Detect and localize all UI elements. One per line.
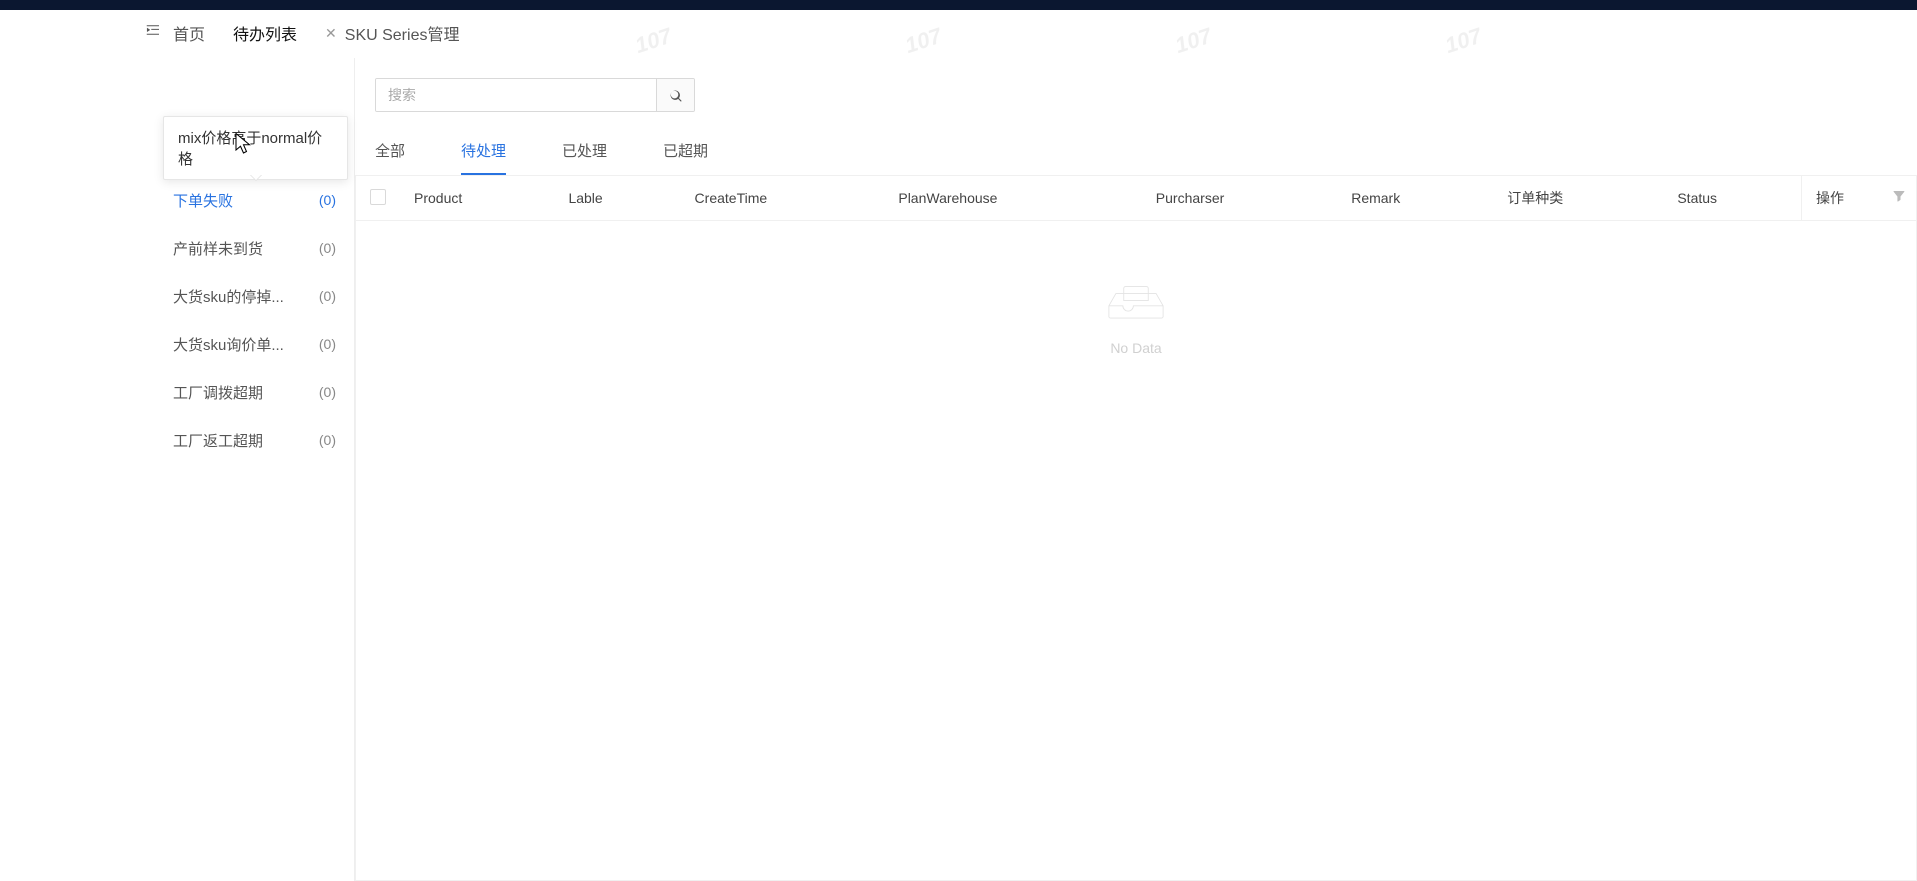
table-container: Product Lable CreateTime PlanWarehouse P…	[355, 176, 1917, 881]
empty-state: No Data	[356, 221, 1916, 396]
sidebar-item-label: 产前样未到货	[173, 238, 263, 259]
sidebar-item-preprod-sample[interactable]: 产前样未到货 (0)	[155, 224, 354, 272]
sidebar-item-factory-rework[interactable]: 工厂返工超期 (0)	[155, 416, 354, 464]
sidebar-item-label: 大货sku的停掉...	[173, 286, 284, 307]
sidebar-item-label: 工厂返工超期	[173, 430, 263, 451]
task-pane: 全部 待处理 已处理 已超期 Product Labl	[355, 58, 1917, 881]
tab-label: 待办列表	[233, 21, 297, 45]
task-table: Product Lable CreateTime PlanWarehouse P…	[356, 176, 1916, 396]
todo-sidebar: mix价格高于normal价格 mix价格高于no... (0) 下单失败 (0…	[155, 58, 355, 881]
column-header-action-label: 操作	[1816, 190, 1844, 206]
column-header-createtime[interactable]: CreateTime	[681, 176, 885, 221]
sidebar-item-count: (0)	[319, 192, 336, 208]
column-header-purcharser[interactable]: Purcharser	[1142, 176, 1337, 221]
search-button[interactable]	[656, 79, 694, 111]
sidebar-tooltip: mix价格高于normal价格	[163, 116, 348, 180]
subtab-pending[interactable]: 待处理	[461, 140, 506, 175]
search-input[interactable]	[376, 79, 656, 111]
sidebar-item-label: 工厂调拨超期	[173, 382, 263, 403]
main-area: 首页 待办列表 ✕ SKU Series管理 107 107 107 107 m…	[155, 10, 1917, 881]
close-icon[interactable]: ✕	[325, 26, 337, 40]
watermark: 107	[902, 23, 945, 59]
subtab-overdue[interactable]: 已超期	[663, 140, 708, 175]
sidebar-item-count: (0)	[319, 384, 336, 400]
app-shell: 首页 待办列表 ✕ SKU Series管理 107 107 107 107 m…	[0, 10, 1917, 881]
content-row: mix价格高于normal价格 mix价格高于no... (0) 下单失败 (0…	[155, 58, 1917, 881]
column-header-lable[interactable]: Lable	[554, 176, 680, 221]
tab-todo-list[interactable]: 待办列表	[233, 10, 297, 58]
top-bar	[0, 0, 1917, 10]
sidebar-item-count: (0)	[319, 336, 336, 352]
sidebar-collapse-column	[0, 10, 155, 881]
sidebar-item-label: 下单失败	[173, 190, 233, 211]
watermark: 107	[1172, 23, 1215, 59]
sidebar-item-bulk-sku-stop[interactable]: 大货sku的停掉... (0)	[155, 272, 354, 320]
inbox-icon	[1108, 281, 1164, 321]
search-icon	[668, 88, 683, 103]
filter-icon[interactable]	[1892, 190, 1906, 207]
search-container	[355, 78, 1917, 112]
column-header-planwarehouse[interactable]: PlanWarehouse	[884, 176, 1141, 221]
watermark: 107	[632, 23, 675, 59]
tooltip-text: mix价格高于normal价格	[178, 130, 322, 168]
tab-home[interactable]: 首页	[173, 10, 205, 58]
sidebar-item-count: (0)	[319, 432, 336, 448]
table-header-row: Product Lable CreateTime PlanWarehouse P…	[356, 176, 1916, 221]
tab-label: SKU Series管理	[345, 21, 460, 45]
status-subtabs: 全部 待处理 已处理 已超期	[355, 112, 1917, 176]
search-box	[375, 78, 695, 112]
sidebar-item-count: (0)	[319, 240, 336, 256]
watermark: 107	[1442, 23, 1485, 59]
column-header-status[interactable]: Status	[1663, 176, 1801, 221]
subtab-done[interactable]: 已处理	[562, 140, 607, 175]
select-all-checkbox[interactable]	[370, 189, 386, 205]
subtab-all[interactable]: 全部	[375, 140, 405, 175]
column-header-ordertype[interactable]: 订单种类	[1493, 176, 1663, 221]
tabs-bar: 首页 待办列表 ✕ SKU Series管理 107 107 107 107	[155, 10, 1917, 58]
tab-label: 首页	[173, 21, 205, 45]
tab-sku-series[interactable]: ✕ SKU Series管理	[325, 10, 459, 58]
sidebar-item-bulk-sku-quote[interactable]: 大货sku询价单... (0)	[155, 320, 354, 368]
empty-text: No Data	[356, 340, 1916, 356]
sidebar-item-label: 大货sku询价单...	[173, 334, 284, 355]
column-header-product[interactable]: Product	[400, 176, 554, 221]
column-header-action[interactable]: 操作	[1801, 176, 1916, 221]
column-header-remark[interactable]: Remark	[1337, 176, 1493, 221]
column-header-checkbox	[356, 176, 400, 221]
sidebar-item-count: (0)	[319, 288, 336, 304]
sidebar-item-factory-transfer[interactable]: 工厂调拨超期 (0)	[155, 368, 354, 416]
table-empty-row: No Data	[356, 221, 1916, 397]
